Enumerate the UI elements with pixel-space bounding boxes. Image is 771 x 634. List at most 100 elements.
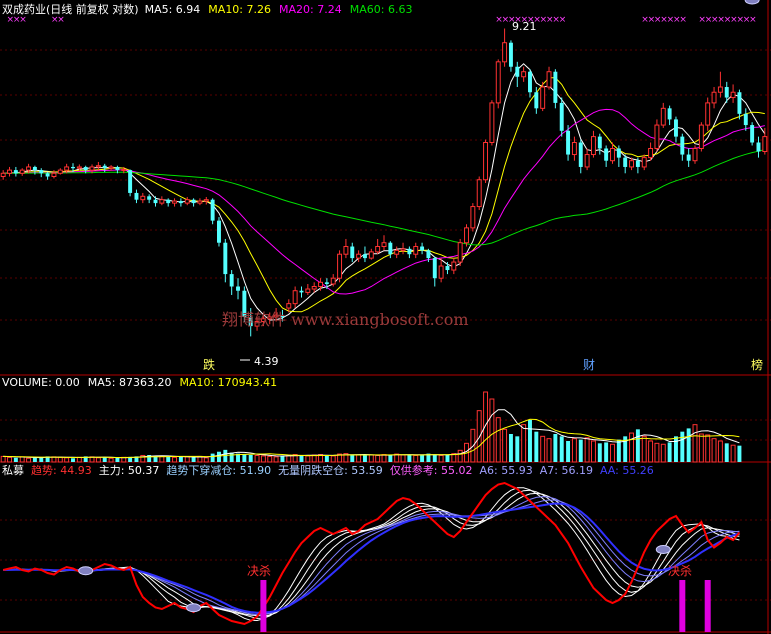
volume-bar bbox=[540, 435, 546, 463]
volume-bar bbox=[362, 455, 367, 462]
volume-ma-lines bbox=[3, 409, 740, 459]
candle-body bbox=[654, 124, 660, 149]
a6-value: A6: 55.93 bbox=[480, 464, 533, 477]
indicator-band-line bbox=[3, 487, 740, 622]
volume-bar bbox=[680, 431, 685, 462]
candle-body bbox=[476, 179, 482, 208]
indicator-band-line bbox=[3, 492, 740, 617]
empty-position-value: 无量阴跌空仓: 53.59 bbox=[278, 463, 383, 477]
volume-bar bbox=[737, 445, 742, 462]
ma20-line bbox=[3, 108, 765, 295]
volume-bar bbox=[584, 437, 590, 463]
volume-bar bbox=[654, 442, 660, 463]
ma10-line bbox=[3, 77, 765, 313]
volume-bar bbox=[686, 428, 691, 462]
volume-bar bbox=[698, 433, 704, 463]
volume-bar bbox=[571, 438, 577, 463]
marker-bang: 榜 bbox=[751, 357, 763, 372]
candle-body bbox=[457, 242, 463, 263]
volume-bar bbox=[115, 457, 120, 462]
candle-body bbox=[0, 172, 6, 178]
candle-body bbox=[578, 142, 583, 167]
volume-bars bbox=[0, 391, 742, 463]
volume-bar bbox=[191, 457, 196, 462]
candle-body bbox=[667, 108, 672, 120]
candle-body bbox=[489, 102, 495, 144]
candle-body bbox=[629, 160, 635, 168]
indicator-labels: 私募 趋势: 44.93 主力: 50.37 趋势下穿减仓: 51.90 无量阴… bbox=[2, 463, 654, 477]
volume-bar bbox=[432, 454, 437, 462]
volume-bar bbox=[178, 456, 183, 462]
candle-body bbox=[102, 165, 107, 169]
indicator-band-line bbox=[3, 499, 740, 615]
volume-bar bbox=[76, 456, 82, 463]
cross-marker: × bbox=[19, 15, 27, 25]
volume-bar bbox=[19, 456, 25, 463]
crossing-marker bbox=[744, 0, 760, 5]
candle-body bbox=[115, 166, 120, 171]
volume-ma5-line bbox=[3, 409, 740, 459]
volume-bar bbox=[711, 438, 717, 463]
candle-body bbox=[362, 254, 367, 259]
volume-bar bbox=[635, 429, 640, 462]
candle-body bbox=[356, 253, 362, 259]
trend-cross-value: 趋势下穿减仓: 51.90 bbox=[166, 463, 271, 477]
candle-body bbox=[502, 42, 508, 63]
candle-body bbox=[407, 248, 412, 255]
volume-bar bbox=[508, 434, 513, 462]
candle-body bbox=[508, 42, 513, 67]
volume-bar bbox=[39, 457, 44, 462]
volume-bar bbox=[457, 449, 463, 463]
candle-body bbox=[292, 290, 298, 305]
crossing-marker bbox=[655, 545, 671, 554]
stock-chart: ××× ×× ××××××××××× ××××××× ××××××××× 双成药业(日线… bbox=[0, 0, 771, 634]
candle-body bbox=[464, 227, 469, 244]
cross-marker: × bbox=[559, 15, 567, 25]
volume-bar bbox=[629, 432, 635, 463]
candle-body bbox=[540, 86, 546, 109]
candle-body bbox=[350, 246, 355, 259]
candle-body bbox=[305, 288, 311, 293]
candle-body bbox=[45, 173, 50, 177]
candle-body bbox=[590, 136, 596, 156]
candle-body bbox=[381, 242, 387, 248]
volume-bar bbox=[95, 457, 101, 463]
candle-body bbox=[217, 220, 221, 243]
volume-bar bbox=[400, 454, 406, 463]
ma20-label: MA20: 7.24 bbox=[279, 3, 342, 16]
volume-bar bbox=[229, 452, 234, 462]
cross-marker: × bbox=[57, 15, 65, 25]
candle-body bbox=[635, 160, 640, 167]
indicator-band-line bbox=[3, 496, 740, 616]
volume-bar bbox=[717, 440, 723, 463]
candle-body bbox=[730, 91, 736, 99]
volume-bar bbox=[724, 443, 729, 462]
candle-body bbox=[223, 242, 228, 275]
candle-body bbox=[324, 282, 329, 284]
candle-body bbox=[89, 166, 95, 171]
crossing-marker bbox=[78, 566, 94, 576]
candle-body bbox=[76, 166, 82, 169]
candle-body bbox=[178, 201, 183, 204]
moving-average-lines bbox=[3, 63, 766, 321]
volume-bar bbox=[273, 456, 279, 463]
candle-body bbox=[318, 281, 323, 288]
candle-body bbox=[394, 249, 400, 255]
candle-body bbox=[191, 199, 196, 204]
low-price-label: 4.39 bbox=[254, 355, 279, 368]
candle-body bbox=[375, 246, 381, 253]
chart-title: 双成药业(日线 前复权 对数) bbox=[2, 2, 139, 16]
candle-body bbox=[236, 286, 240, 291]
volume-bar bbox=[553, 434, 558, 462]
candle-body bbox=[203, 199, 209, 202]
candle-body bbox=[51, 172, 57, 178]
volume-bar bbox=[368, 454, 374, 463]
indicator-name: 私募 bbox=[2, 464, 24, 477]
cross-marker: × bbox=[749, 15, 757, 25]
candle-body bbox=[705, 102, 711, 126]
volume-ma10-line bbox=[3, 418, 740, 459]
candle-body bbox=[172, 200, 178, 204]
volume-bar bbox=[26, 457, 32, 463]
candle-body bbox=[692, 147, 698, 162]
volume-bar bbox=[578, 439, 583, 462]
